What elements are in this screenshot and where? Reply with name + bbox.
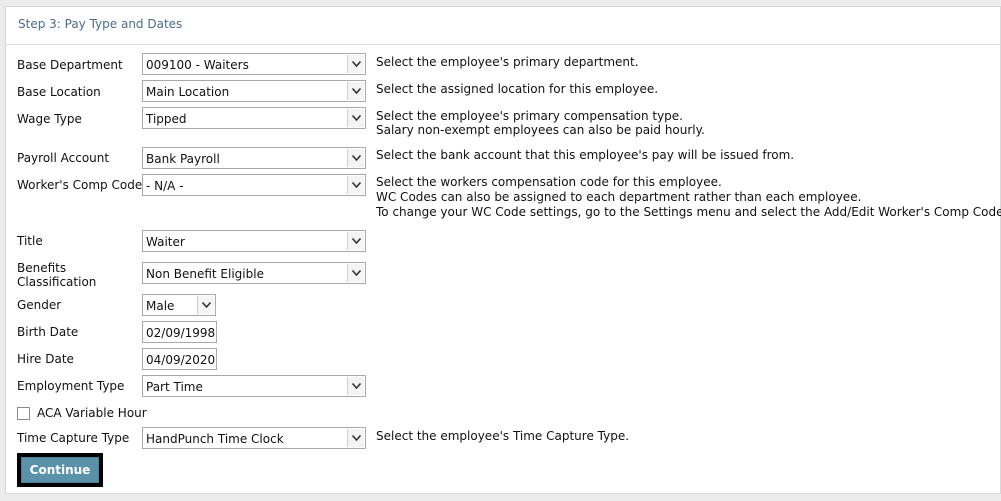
base-location-label: Base Location: [17, 85, 101, 99]
employee-setup-panel: Step 3: Pay Type and Dates Base Departme…: [5, 6, 1001, 494]
hire-date-label: Hire Date: [17, 352, 74, 366]
help-line: Select the workers compensation code for…: [376, 175, 722, 189]
wage-type-value: Tipped: [146, 112, 187, 126]
benefits-label: Benefits Classification: [17, 261, 96, 289]
benefits-label-line1: Benefits: [17, 261, 67, 275]
base-location-value: Main Location: [146, 85, 230, 99]
help-line: Salary non-exempt employees can also be …: [376, 123, 705, 137]
step-title: Step 3: Pay Type and Dates: [18, 17, 183, 31]
help-line: Select the bank account that this employ…: [376, 148, 795, 162]
base-location-select[interactable]: Main Location: [142, 80, 366, 102]
payroll-account-value: Bank Payroll: [146, 152, 220, 166]
aca-variable-hour-checkbox[interactable]: [17, 407, 30, 420]
base-department-select[interactable]: 009100 - Waiters: [142, 53, 366, 75]
chevron-down-icon[interactable]: [347, 264, 364, 282]
help-line: Select the employee's primary department…: [376, 55, 639, 69]
benefits-select[interactable]: Non Benefit Eligible: [142, 262, 366, 284]
employment-type-value: Part Time: [146, 380, 203, 394]
wage-type-help: Select the employee's primary compensati…: [376, 108, 705, 138]
hire-date-value: 04/09/2020: [146, 353, 216, 367]
chevron-down-icon[interactable]: [347, 429, 364, 447]
gender-select[interactable]: Male: [142, 294, 216, 316]
wage-type-label: Wage Type: [17, 112, 82, 126]
chevron-down-icon[interactable]: [197, 296, 214, 314]
title-select[interactable]: Waiter: [142, 230, 366, 252]
chevron-down-icon[interactable]: [347, 232, 364, 250]
base-department-help: Select the employee's primary department…: [376, 54, 639, 70]
aca-variable-hour-label: ACA Variable Hour: [37, 406, 147, 420]
help-line: Select the assigned location for this em…: [376, 82, 659, 96]
payroll-account-label: Payroll Account: [17, 151, 110, 165]
payroll-account-help: Select the bank account that this employ…: [376, 147, 794, 163]
chevron-down-icon[interactable]: [347, 176, 364, 194]
workers-comp-label: Worker's Comp Code: [17, 178, 143, 192]
benefits-label-line2: Classification: [17, 275, 97, 289]
continue-button[interactable]: Continue: [21, 457, 99, 483]
benefits-value: Non Benefit Eligible: [146, 267, 264, 281]
payroll-account-select[interactable]: Bank Payroll: [142, 147, 366, 169]
chevron-down-icon[interactable]: [347, 109, 364, 127]
continue-button-focus-ring: Continue: [17, 453, 103, 487]
chevron-down-icon[interactable]: [347, 82, 364, 100]
birth-date-value: 02/09/1998: [146, 326, 216, 340]
chevron-down-icon[interactable]: [347, 55, 364, 73]
workers-comp-select[interactable]: - N/A -: [142, 174, 366, 196]
hire-date-input[interactable]: 04/09/2020: [142, 348, 217, 370]
birth-date-input[interactable]: 02/09/1998: [142, 321, 217, 343]
help-line: Select the employee's Time Capture Type.: [376, 429, 630, 443]
gender-label: Gender: [17, 298, 62, 312]
title-value: Waiter: [146, 235, 185, 249]
chevron-down-icon[interactable]: [347, 149, 364, 167]
workers-comp-help: Select the workers compensation code for…: [376, 174, 1001, 220]
chevron-down-icon[interactable]: [347, 377, 364, 395]
employment-type-select[interactable]: Part Time: [142, 375, 366, 397]
time-capture-value: HandPunch Time Clock: [146, 432, 284, 446]
help-line: WC Codes can also be assigned to each de…: [376, 190, 862, 204]
workers-comp-value: - N/A -: [146, 179, 184, 193]
base-department-value: 009100 - Waiters: [146, 58, 249, 72]
employment-type-label: Employment Type: [17, 379, 125, 393]
wage-type-select[interactable]: Tipped: [142, 107, 366, 129]
gender-value: Male: [146, 299, 175, 313]
base-department-label: Base Department: [17, 58, 123, 72]
time-capture-label: Time Capture Type: [17, 431, 130, 445]
help-line: To change your WC Code settings, go to t…: [376, 205, 1001, 219]
birth-date-label: Birth Date: [17, 325, 79, 339]
panel-header: Step 3: Pay Type and Dates: [6, 7, 1000, 45]
title-label: Title: [17, 234, 43, 248]
time-capture-help: Select the employee's Time Capture Type.: [376, 428, 629, 444]
time-capture-select[interactable]: HandPunch Time Clock: [142, 427, 366, 449]
base-location-help: Select the assigned location for this em…: [376, 81, 658, 97]
